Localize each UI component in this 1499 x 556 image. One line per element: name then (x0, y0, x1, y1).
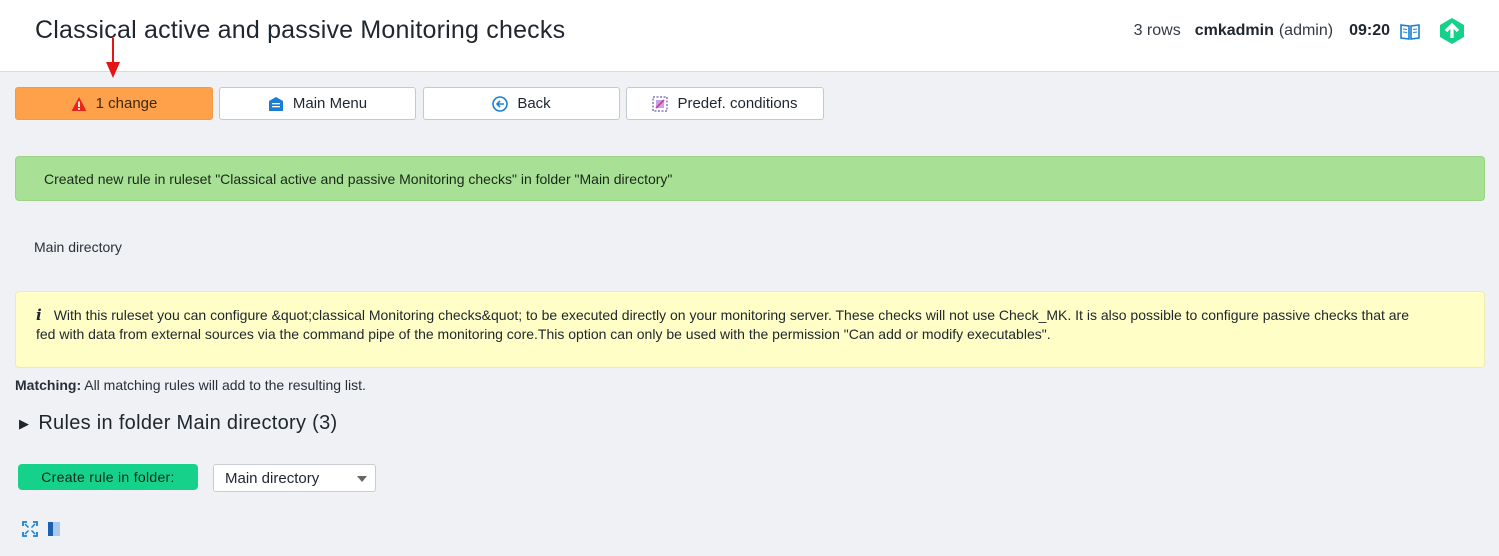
success-message: Created new rule in ruleset "Classical a… (15, 156, 1485, 201)
fullscreen-icon[interactable] (22, 521, 38, 542)
main-menu-label: Main Menu (292, 95, 368, 112)
info-text: With this ruleset you can configure &quo… (36, 307, 1410, 342)
chevron-down-icon (357, 476, 367, 482)
bottom-icon-bar (22, 521, 70, 542)
back-label: Back (517, 95, 551, 112)
username[interactable]: cmkadmin (1195, 22, 1274, 40)
pending-changes-label: 1 change (95, 95, 158, 112)
folder-select-value: Main directory (225, 470, 320, 487)
warning-icon (71, 96, 87, 112)
user-role: (admin) (1278, 22, 1334, 39)
header-bar: Classical active and passive Monitoring … (0, 0, 1499, 72)
info-icon: i (36, 306, 42, 324)
help-toggle-icon[interactable] (46, 521, 62, 542)
predefined-conditions-button[interactable]: Predef. conditions (626, 87, 824, 120)
folder-select[interactable]: Main directory (213, 464, 376, 492)
create-rule-button[interactable]: Create rule in folder: (18, 464, 198, 490)
predefined-conditions-label: Predef. conditions (677, 95, 798, 112)
rules-folder-heading: Rules in folder Main directory (3) (38, 412, 338, 434)
back-button[interactable]: Back (423, 87, 620, 120)
book-icon[interactable] (1399, 21, 1421, 41)
home-icon (268, 96, 284, 112)
main-menu-button[interactable]: Main Menu (219, 87, 416, 120)
red-arrow-annotation (106, 38, 120, 78)
checkmk-logo-icon[interactable] (1439, 17, 1465, 45)
expand-triangle-icon: ▶ (19, 415, 30, 431)
predefined-conditions-icon (652, 95, 669, 112)
row-count: 3 rows (1133, 22, 1181, 39)
header-status: 3 rows cmkadmin (admin) 09:20 (1134, 17, 1465, 45)
info-message: i With this ruleset you can configure &qu… (15, 291, 1485, 368)
clock: 09:20 (1349, 22, 1390, 39)
rules-folder-toggle[interactable]: ▶ Rules in folder Main directory (3) (19, 412, 338, 435)
matching-label: Matching: (15, 377, 82, 393)
breadcrumb[interactable]: Main directory (34, 239, 122, 255)
back-arrow-icon (492, 95, 509, 112)
pending-changes-button[interactable]: 1 change (15, 87, 213, 120)
matching-text: All matching rules will add to the resul… (84, 377, 366, 393)
matching-note: Matching: All matching rules will add to… (15, 377, 366, 393)
